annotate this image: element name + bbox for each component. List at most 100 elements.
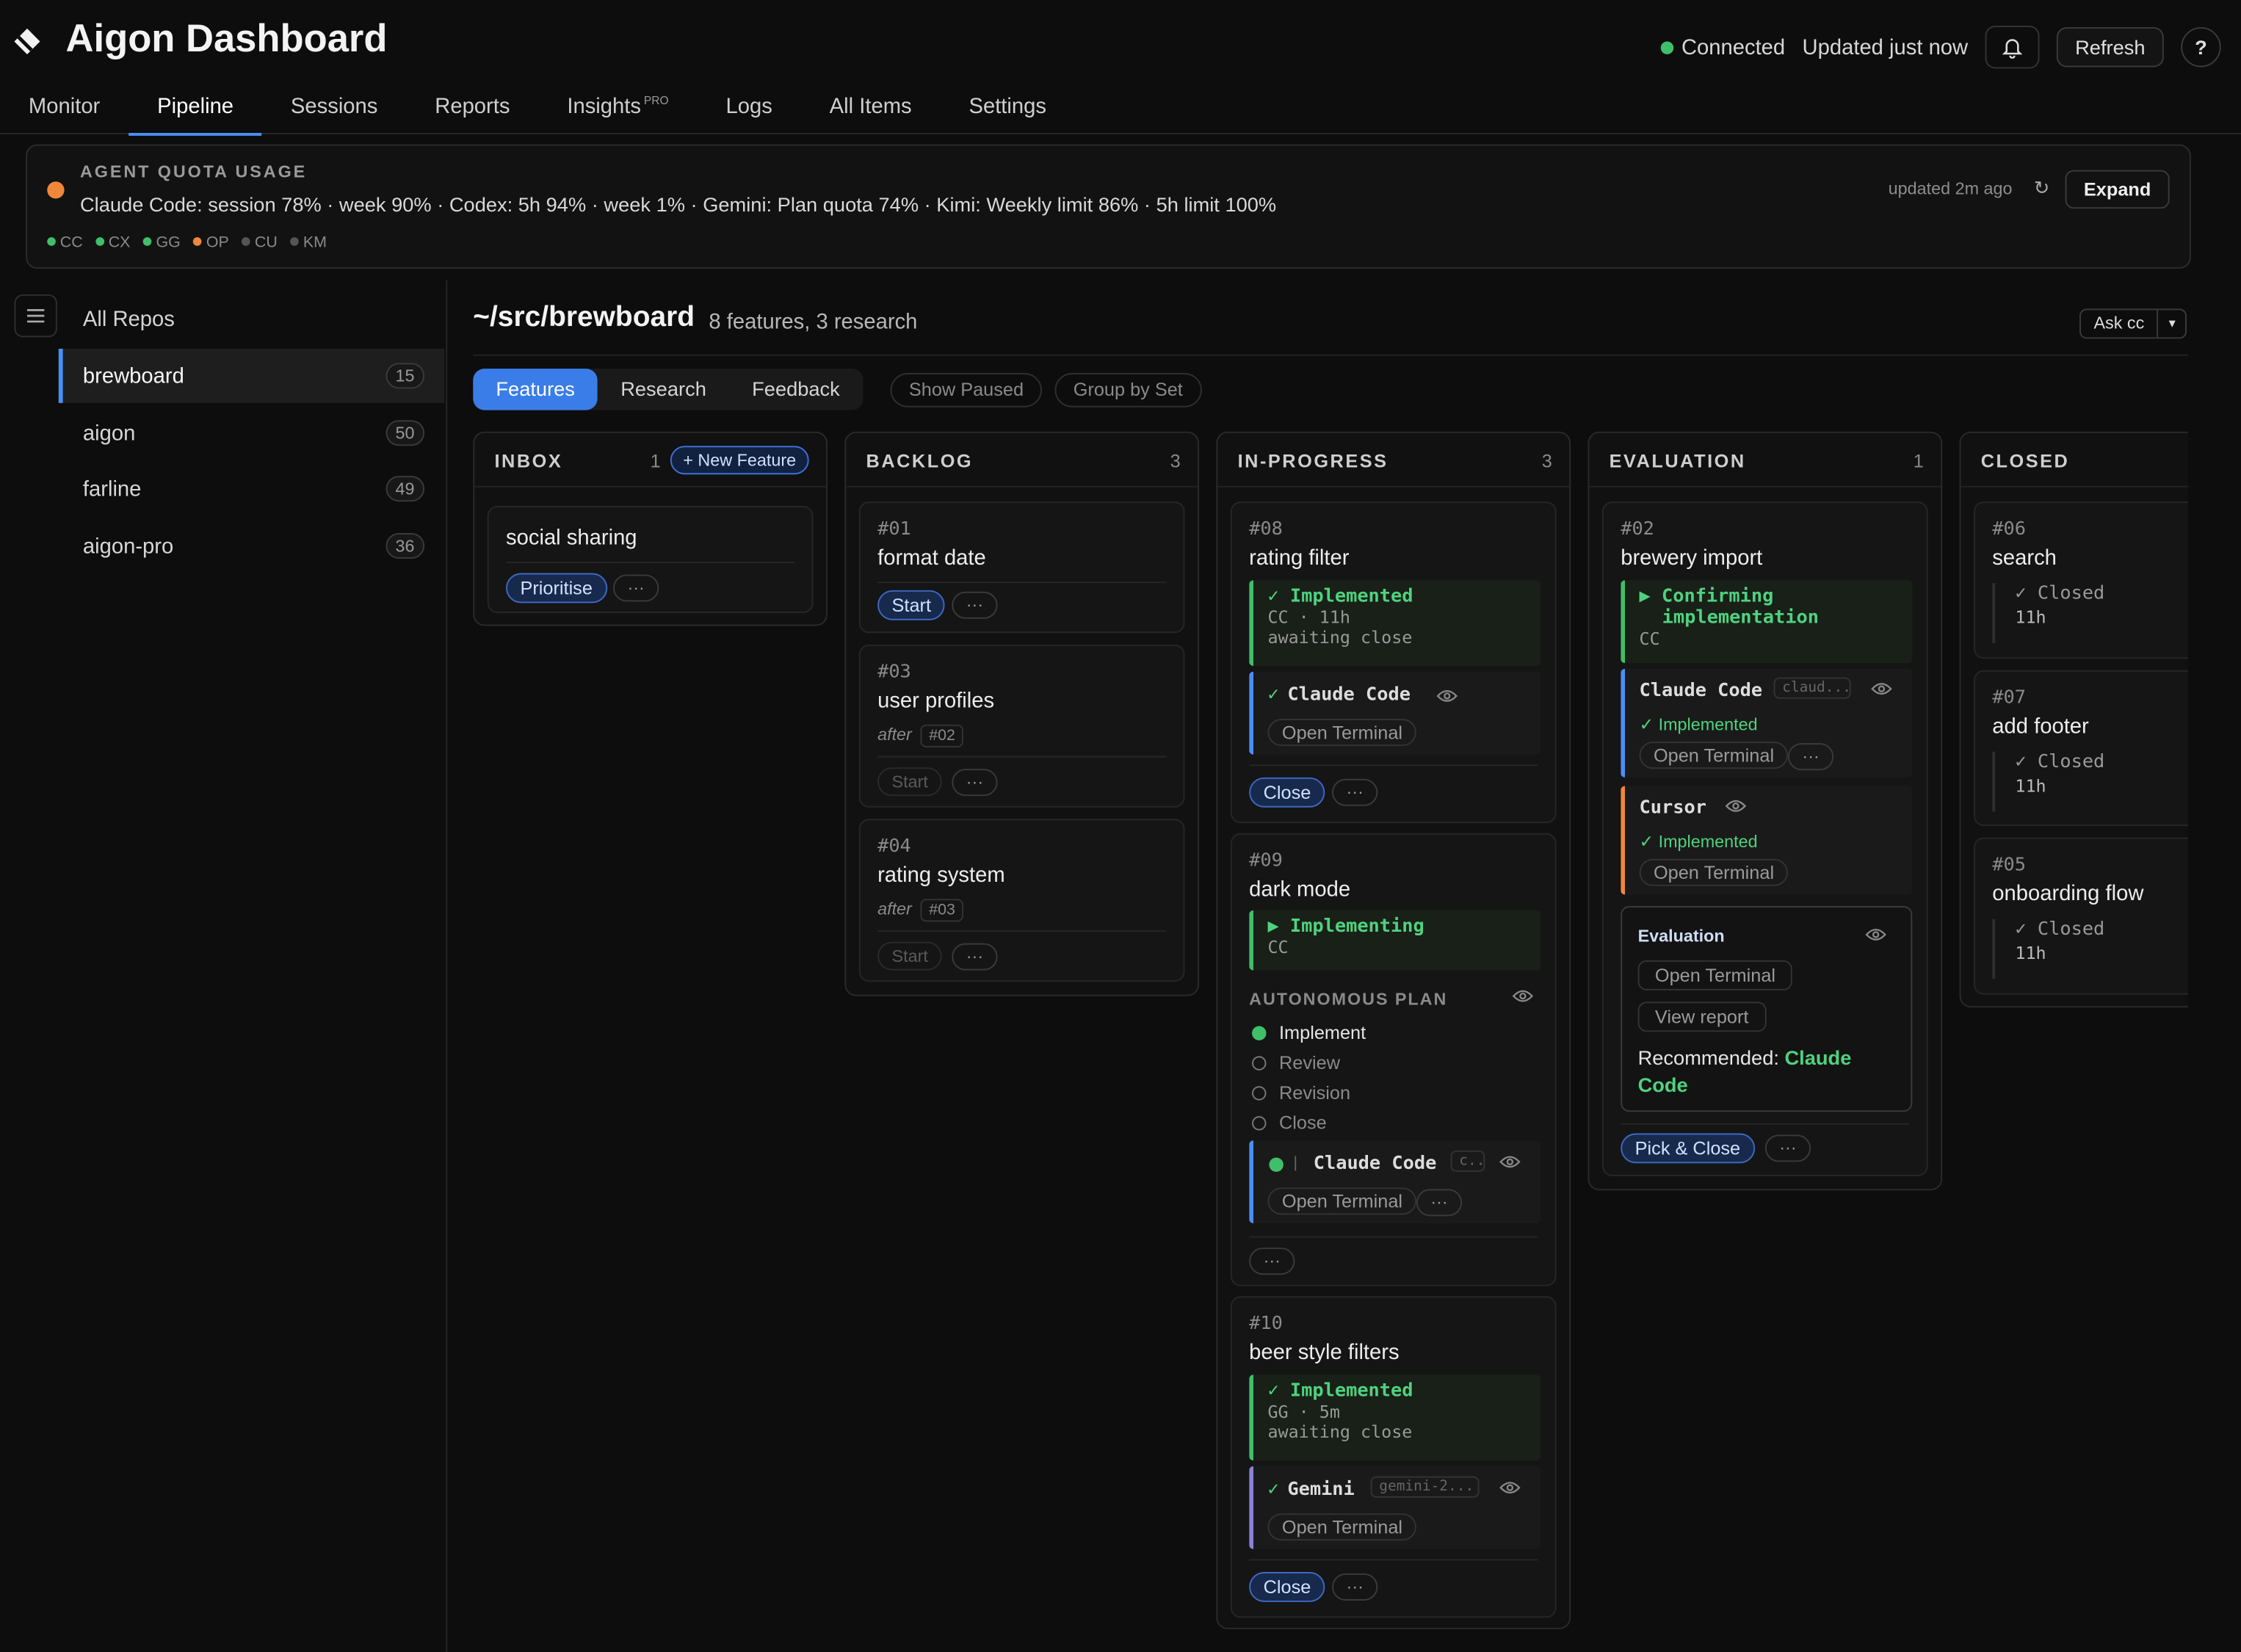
- ask-cc-button[interactable]: Ask cc: [2081, 310, 2157, 337]
- running-dot-icon: [1269, 1157, 1284, 1173]
- nav-settings[interactable]: Settings: [941, 83, 1075, 134]
- closed-label: ✓ Closed: [2015, 751, 2105, 774]
- show-paused-toggle[interactable]: Show Paused: [890, 373, 1043, 407]
- refresh-button[interactable]: Refresh: [2056, 26, 2164, 68]
- notifications-button[interactable]: [1985, 26, 2040, 69]
- feature-card[interactable]: #08 rating filter ✓ Implemented CC · 11h…: [1230, 501, 1557, 824]
- updated-label: Updated just now: [1802, 35, 1969, 59]
- nav-insights[interactable]: Insights PRO: [538, 83, 697, 134]
- more-actions-button[interactable]: ···: [1787, 743, 1834, 771]
- nav-pipeline[interactable]: Pipeline: [128, 83, 263, 136]
- open-terminal-button[interactable]: Open Terminal: [1267, 1513, 1417, 1541]
- more-actions-button[interactable]: ···: [613, 574, 659, 602]
- eye-icon[interactable]: [1865, 927, 1886, 941]
- legend-km: KM: [290, 234, 327, 252]
- more-actions-button[interactable]: ···: [1332, 778, 1378, 806]
- nav-all-items[interactable]: All Items: [801, 83, 941, 134]
- pick-and-close-button[interactable]: Pick & Close: [1621, 1133, 1755, 1164]
- open-terminal-button[interactable]: Open Terminal: [1639, 858, 1789, 886]
- open-terminal-button[interactable]: Open Terminal: [1639, 742, 1789, 769]
- eye-icon[interactable]: [1725, 799, 1747, 813]
- closed-status: ✓ Closed 11h: [1992, 583, 2104, 643]
- quota-summary: Claude Code: session 78% · week 90% · Co…: [79, 192, 1277, 216]
- quota-title: AGENT QUOTA USAGE: [79, 161, 308, 182]
- tab-feedback[interactable]: Feedback: [729, 369, 863, 410]
- feature-card[interactable]: #07 add footer ✓ Closed 11h: [1973, 670, 2188, 827]
- nav-insights-label: Insights: [567, 94, 641, 119]
- feature-name: add footer: [1992, 714, 2089, 739]
- ask-dropdown-caret-icon[interactable]: ▼: [2157, 310, 2186, 338]
- feature-card[interactable]: #02 brewery import ▶ Confirming implemen…: [1601, 501, 1928, 1176]
- after-label: after: [877, 724, 912, 745]
- prioritise-button[interactable]: Prioritise: [506, 573, 607, 604]
- agent-session: ✓ Claude Code Open Terminal: [1249, 671, 1541, 755]
- open-terminal-button[interactable]: Open Terminal: [1637, 960, 1793, 990]
- feature-card[interactable]: social sharing Prioritise ···: [487, 506, 814, 614]
- closed-time: 11h: [2015, 775, 2046, 797]
- sidebar-item-farline[interactable]: farline 49: [59, 462, 445, 516]
- feature-id: #08: [1249, 518, 1283, 540]
- status-label: ▶ Implementing: [1267, 916, 1424, 938]
- more-actions-button[interactable]: ···: [1249, 1247, 1295, 1275]
- nav-logs[interactable]: Logs: [698, 83, 801, 134]
- nav-sessions[interactable]: Sessions: [262, 83, 406, 134]
- card-divider: [1249, 764, 1538, 767]
- repo-count-badge: 15: [385, 363, 425, 389]
- tab-features[interactable]: Features: [473, 369, 598, 410]
- closed-time: 11h: [2015, 943, 2046, 963]
- close-button[interactable]: Close: [1249, 777, 1325, 808]
- more-actions-button[interactable]: ···: [1332, 1573, 1378, 1601]
- more-actions-button[interactable]: ···: [952, 591, 998, 619]
- app-title: Aigon Dashboard: [65, 17, 388, 60]
- feature-card[interactable]: #01 format date Start ···: [858, 501, 1185, 634]
- feature-card[interactable]: #09 dark mode ▶ Implementing CC AUTONOMO…: [1230, 833, 1557, 1286]
- sidebar-item-aigon-pro[interactable]: aigon-pro 36: [59, 519, 445, 573]
- feature-card[interactable]: #06 search ✓ Closed 11h: [1973, 501, 2188, 659]
- step-label: Implement: [1279, 1021, 1366, 1043]
- eye-icon[interactable]: [1499, 1480, 1521, 1494]
- plan-step-revision: Revision: [1252, 1082, 1350, 1104]
- eye-icon[interactable]: [1871, 681, 1892, 695]
- sidebar-item-brewboard[interactable]: brewboard 15: [58, 348, 445, 403]
- start-button-disabled: Start: [877, 941, 943, 971]
- new-feature-button[interactable]: + New Feature: [670, 446, 809, 475]
- help-button[interactable]: ?: [2181, 26, 2221, 68]
- quota-refresh-icon[interactable]: ↻: [2034, 177, 2049, 200]
- agent-session: | Claude Code c... Open Terminal ···: [1249, 1140, 1541, 1224]
- column-title: INBOX: [494, 450, 563, 472]
- view-report-button[interactable]: View report: [1637, 1001, 1766, 1032]
- feature-name: onboarding flow: [1992, 881, 2144, 907]
- tab-research[interactable]: Research: [598, 369, 729, 410]
- feature-card[interactable]: #04 rating system after #03 Start ···: [858, 819, 1185, 982]
- close-button[interactable]: Close: [1249, 1572, 1325, 1602]
- status-label-cont: implementation: [1662, 607, 1819, 629]
- plan-step-review: Review: [1252, 1052, 1340, 1073]
- feature-card[interactable]: #10 beer style filters ✓ Implemented GG …: [1230, 1296, 1557, 1618]
- feature-card[interactable]: #05 onboarding flow ✓ Closed 11h: [1973, 837, 2188, 995]
- feature-card[interactable]: #03 user profiles after #02 Start ···: [858, 644, 1185, 808]
- plan-step-implement: Implement: [1252, 1022, 1366, 1043]
- open-terminal-button[interactable]: Open Terminal: [1267, 1187, 1417, 1215]
- column-backlog: BACKLOG 3 #01 format date Start ··· #03 …: [844, 431, 1200, 996]
- more-actions-button[interactable]: ···: [1764, 1134, 1811, 1162]
- feature-id: #09: [1249, 850, 1283, 872]
- eye-icon[interactable]: [1499, 1155, 1521, 1169]
- feature-name: brewery import: [1621, 546, 1763, 570]
- feature-name: search: [1992, 546, 2057, 570]
- eye-icon[interactable]: [1512, 989, 1534, 1003]
- check-icon: ✓: [1267, 684, 1279, 706]
- sidebar-toggle-button[interactable]: [14, 294, 57, 338]
- sidebar-item-aigon[interactable]: aigon 50: [59, 406, 445, 460]
- open-terminal-button[interactable]: Open Terminal: [1267, 719, 1417, 747]
- more-actions-button[interactable]: ···: [1416, 1189, 1463, 1217]
- group-by-set-toggle[interactable]: Group by Set: [1054, 373, 1202, 407]
- nav-reports[interactable]: Reports: [406, 83, 538, 134]
- start-button[interactable]: Start: [877, 590, 946, 620]
- feature-name: rating filter: [1249, 546, 1350, 570]
- expand-button[interactable]: Expand: [2065, 170, 2170, 209]
- more-actions-button[interactable]: ···: [952, 769, 998, 797]
- nav-monitor[interactable]: Monitor: [0, 83, 128, 134]
- eye-icon[interactable]: [1436, 689, 1458, 703]
- all-repos-link[interactable]: All Repos: [83, 307, 175, 331]
- more-actions-button[interactable]: ···: [952, 943, 998, 971]
